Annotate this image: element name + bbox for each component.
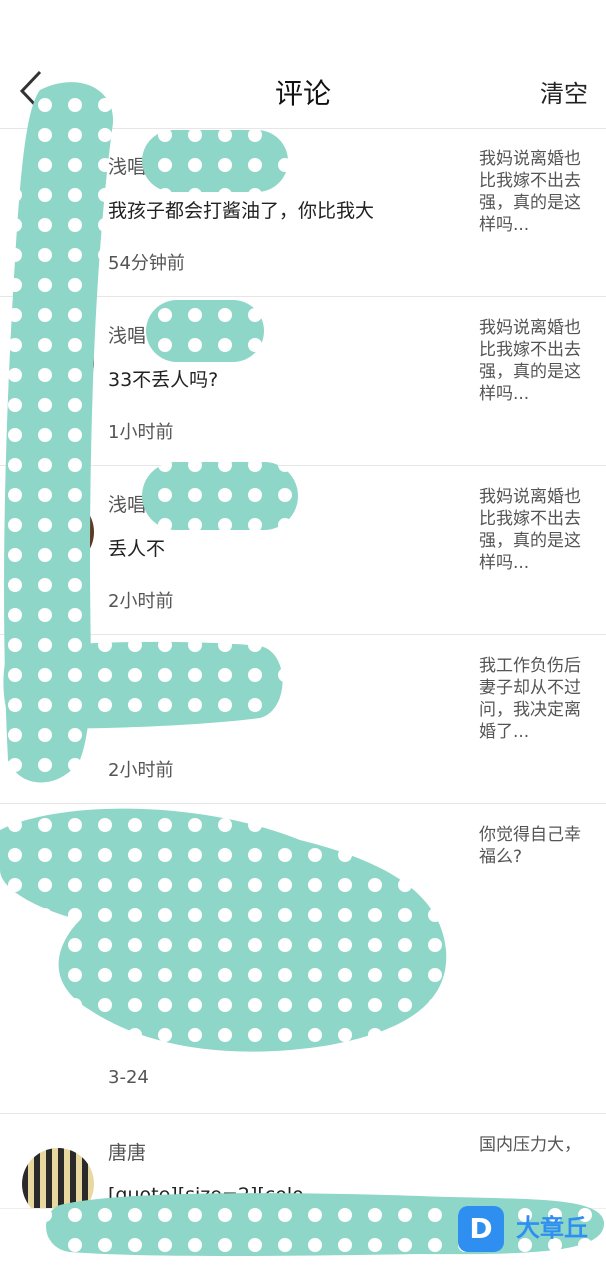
comment-item[interactable]: 浅唱 丢人不 2小时前 我妈说离婚也比我嫁不出去强，真的是这样吗... — [0, 466, 606, 635]
comment-time: 2小时前 — [108, 760, 174, 781]
watermark-logo: D — [458, 1206, 504, 1252]
comment-text: [quote][size=2][colo — [108, 1184, 304, 1206]
comment-text: 要去跟拿大锅的人抢... 就觉得不幸福，那准... — [108, 926, 437, 974]
comment-time: 54分钟前 — [108, 253, 185, 274]
post-snippet[interactable]: 我妈说离婚也比我嫁不出去强，真的是这样吗... — [479, 486, 585, 574]
comment-time: 3-24 — [108, 1067, 149, 1088]
comment-username[interactable]: 浅唱 — [108, 152, 146, 179]
post-snippet[interactable]: 国内压力大， — [479, 1134, 585, 1156]
comment-username[interactable]: 唐唐 — [108, 1138, 146, 1165]
page-title: 评论 — [274, 77, 331, 110]
comment-item[interactable]: 浅唱 33不丢人吗? 1小时前 我妈说离婚也比我嫁不出去强，真的是这样吗... — [0, 297, 606, 466]
post-snippet[interactable]: 我妈说离婚也比我嫁不出去强，真的是这样吗... — [479, 148, 585, 236]
post-snippet[interactable]: 我工作负伤后妻子却从不过问，我决定离婚了... — [479, 655, 585, 743]
post-snippet[interactable]: 你觉得自己幸福么? — [479, 824, 585, 868]
comment-text: 我孩子都会打酱油了，你比我大 — [108, 200, 375, 222]
top-bar: 评论 清空 — [0, 56, 606, 129]
comment-username[interactable]: 浅唱 — [108, 490, 146, 517]
comment-time: 1小时前 — [108, 422, 174, 443]
comment-username[interactable]: 浅唱 — [108, 321, 146, 348]
comment-item[interactable]: 2小时前 我工作负伤后妻子却从不过问，我决定离婚了... — [0, 635, 606, 804]
comment-item[interactable]: 浅唱 我孩子都会打酱油了，你比我大 54分钟前 我妈说离婚也比我嫁不出去强，真的… — [0, 128, 606, 297]
comment-item[interactable]: 要去跟拿大锅的人抢... 就觉得不幸福，那准... 3-24 你觉得自己幸福么? — [0, 804, 606, 1114]
comment-time: 2小时前 — [108, 591, 174, 612]
comment-text: 33不丢人吗? — [108, 369, 219, 391]
post-snippet[interactable]: 我妈说离婚也比我嫁不出去强，真的是这样吗... — [479, 317, 585, 405]
avatar[interactable] — [22, 496, 94, 568]
watermark-text: 大章丘 — [516, 1214, 588, 1242]
avatar[interactable] — [22, 327, 94, 399]
comment-text: 丢人不 — [108, 538, 166, 560]
clear-button[interactable]: 清空 — [540, 74, 588, 109]
